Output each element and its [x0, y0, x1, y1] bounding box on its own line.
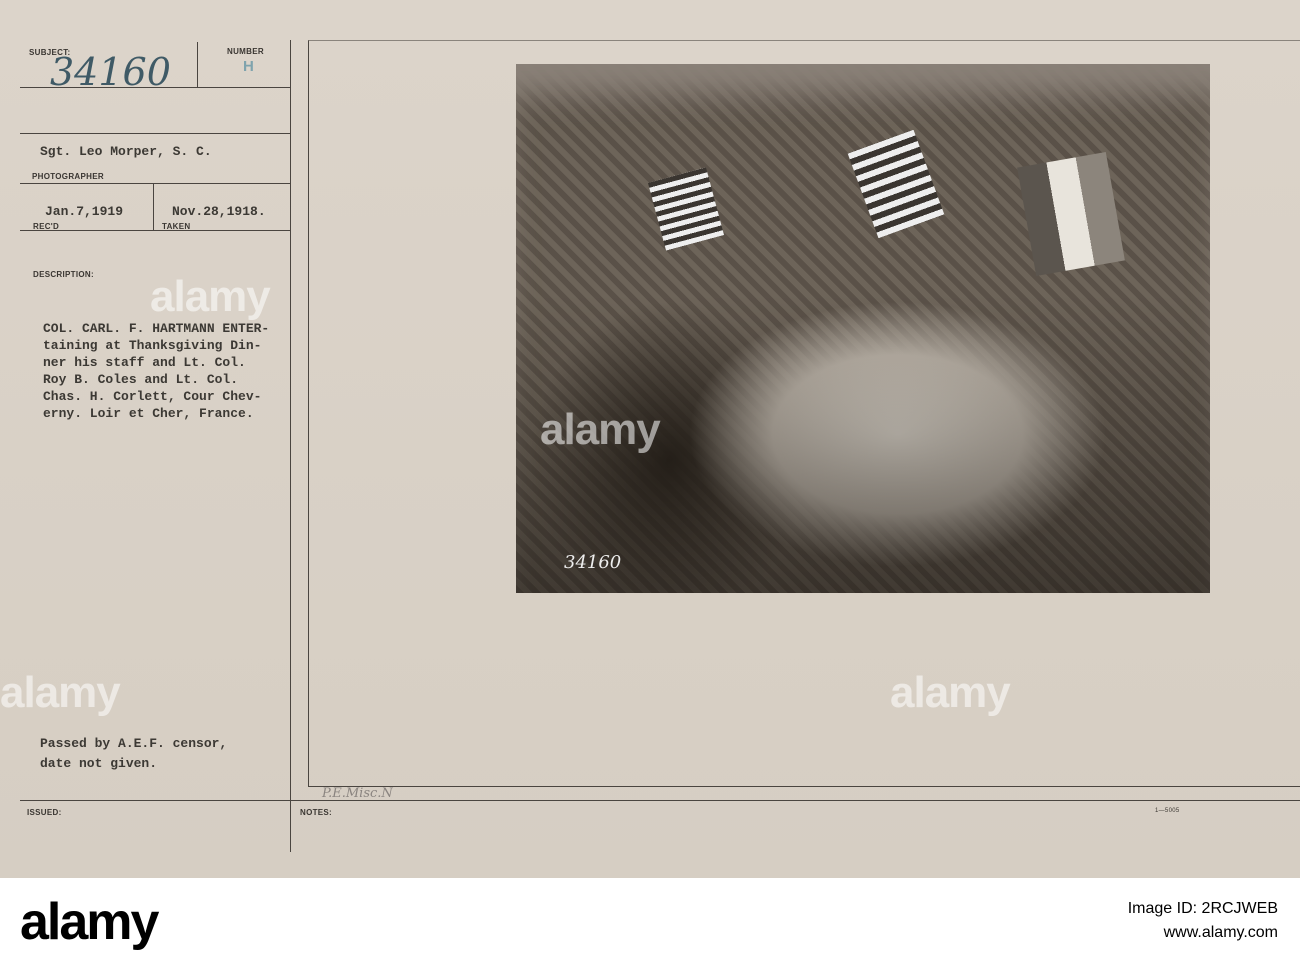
alamy-logo: alamy: [20, 893, 159, 951]
taken-date: Nov.28,1918.: [172, 204, 266, 219]
taken-label: TAKEN: [162, 222, 191, 231]
photographer-label: PHOTOGRAPHER: [32, 172, 104, 181]
received-date: Jan.7,1919: [45, 204, 124, 219]
watermark: alamy: [0, 668, 121, 717]
watermark: alamy: [890, 668, 1011, 717]
photographer-name: Sgt. Leo Morper, S. C.: [40, 144, 212, 159]
description-line: Chas. H. Corlett, Cour Chev-: [43, 389, 262, 404]
site-url[interactable]: www.alamy.com: [1164, 924, 1278, 942]
censor-note: Passed by A.E.F. censor, date not given.: [40, 734, 227, 774]
notes-label: NOTES:: [300, 808, 333, 817]
issued-label: ISSUED:: [27, 808, 62, 817]
description-label: DESCRIPTION:: [33, 270, 94, 279]
censor-line: date not given.: [40, 756, 158, 771]
description-line: Roy B. Coles and Lt. Col.: [43, 372, 239, 387]
description-text: COL. CARL. F. HARTMANN ENTER- taining at…: [43, 320, 269, 422]
number-stamp: H: [243, 58, 254, 75]
pencil-note: P.E.Misc.N: [322, 786, 393, 801]
description-line: taining at Thanksgiving Din-: [43, 338, 262, 353]
description-line: COL. CARL. F. HARTMANN ENTER-: [43, 321, 270, 336]
thanksgiving-dinner-photo: 34160: [516, 64, 1210, 593]
photo-stamp: 34160: [564, 552, 622, 573]
archival-photo-card: SUBJECT: 34160 NUMBER H Sgt. Leo Morper,…: [0, 0, 1300, 878]
number-label: NUMBER: [227, 47, 264, 56]
received-label: REC'D: [33, 222, 60, 231]
watermark: alamy: [540, 405, 661, 454]
censor-line: Passed by A.E.F. censor,: [40, 736, 228, 751]
subject-number: 34160: [50, 50, 171, 94]
form-number: 1—5005: [1155, 808, 1180, 814]
stock-banner: alamy Image ID: 2RCJWEB www.alamy.com: [0, 878, 1300, 969]
description-line: ner his staff and Lt. Col.: [43, 355, 246, 370]
description-line: erny. Loir et Cher, France.: [43, 406, 254, 421]
image-id: Image ID: 2RCJWEB: [1127, 900, 1278, 917]
watermark: alamy: [150, 272, 271, 321]
